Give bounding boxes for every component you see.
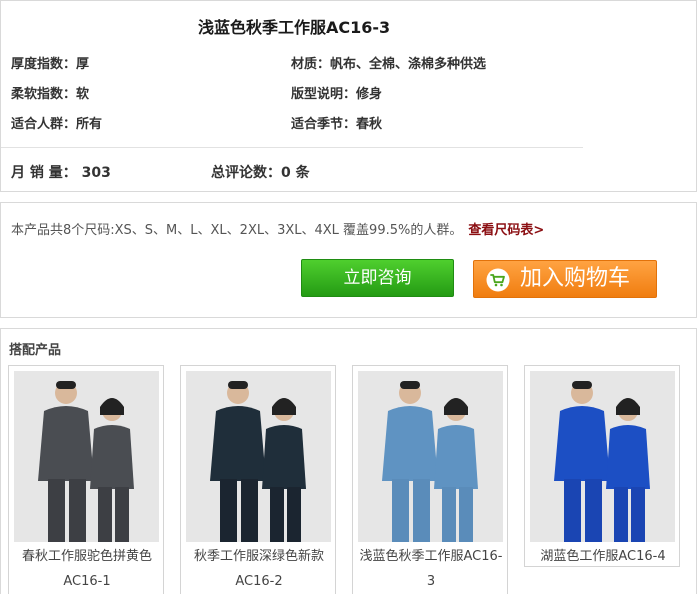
- product-photo: [358, 371, 503, 542]
- attr-label: 适合季节：: [291, 117, 357, 132]
- product-caption: 春秋工作服驼色拼黄色 AC16-1: [9, 544, 165, 594]
- product-card[interactable]: 浅蓝色秋季工作服AC16- 3: [352, 365, 508, 594]
- divider: [1, 147, 583, 148]
- product-photo: [530, 371, 675, 542]
- attr-value: 修身: [356, 87, 383, 102]
- matching-products-panel: 搭配产品 春秋工作服驼色拼黄色 AC16-1 秋季工作服深绿色新款 AC16-2…: [0, 328, 697, 594]
- product-photo: [14, 371, 159, 542]
- size-info: 本产品共8个尺码:XS、S、M、L、XL、2XL、3XL、4XL 覆盖99.5%…: [11, 219, 544, 238]
- attr-value: 帆布、全棉、涤棉多种供选: [330, 57, 487, 72]
- attr-thickness: 厚度指数：厚: [11, 53, 89, 72]
- attr-value: 春秋: [356, 117, 383, 132]
- product-code: AC16-1: [63, 574, 111, 589]
- product-code: 3: [426, 574, 436, 589]
- consult-button[interactable]: 立即咨询: [301, 259, 454, 297]
- product-card[interactable]: 秋季工作服深绿色新款 AC16-2: [180, 365, 336, 594]
- product-card[interactable]: 湖蓝色工作服AC16-4: [524, 365, 680, 567]
- add-to-cart-button[interactable]: 加入购物车: [473, 260, 657, 298]
- size-and-actions-panel: 本产品共8个尺码:XS、S、M、L、XL、2XL、3XL、4XL 覆盖99.5%…: [0, 202, 697, 318]
- product-info-panel: 浅蓝色秋季工作服AC16-3 厚度指数：厚 材质：帆布、全棉、涤棉多种供选 柔软…: [0, 0, 697, 192]
- shopping-cart-icon: [486, 268, 510, 292]
- review-count: 总评论数：0 条: [211, 162, 310, 182]
- add-to-cart-label: 加入购物车: [520, 266, 631, 291]
- monthly-sales-label: 月 销 量：: [11, 165, 77, 181]
- attr-label: 版型说明：: [291, 87, 357, 102]
- product-photo: [186, 371, 331, 542]
- attr-label: 适合人群：: [11, 117, 77, 132]
- product-name: 湖蓝色工作服AC16-4: [540, 549, 666, 564]
- review-count-value: 0: [281, 165, 291, 181]
- product-caption: 浅蓝色秋季工作服AC16- 3: [353, 544, 509, 594]
- review-count-label: 总评论数：: [211, 165, 281, 181]
- attr-label: 厚度指数：: [11, 57, 77, 72]
- product-caption: 秋季工作服深绿色新款 AC16-2: [181, 544, 337, 594]
- product-code: AC16-2: [235, 574, 283, 589]
- product-name: 浅蓝色秋季工作服AC16-: [359, 549, 503, 564]
- product-name: 秋季工作服深绿色新款: [193, 549, 324, 564]
- product-title: 浅蓝色秋季工作服AC16-3: [198, 18, 391, 37]
- attr-label: 柔软指数：: [11, 87, 77, 102]
- size-chart-link[interactable]: 查看尺码表>: [468, 223, 544, 238]
- product-caption: 湖蓝色工作服AC16-4: [525, 544, 681, 569]
- monthly-sales-value: 303: [81, 165, 111, 181]
- matching-products-title: 搭配产品: [9, 343, 62, 358]
- product-name: 春秋工作服驼色拼黄色: [21, 549, 152, 564]
- attr-season: 适合季节：春秋: [291, 113, 382, 132]
- attr-material: 材质：帆布、全棉、涤棉多种供选: [291, 53, 486, 72]
- review-count-unit: 条: [295, 165, 310, 181]
- attr-value: 厚: [76, 57, 90, 72]
- attr-value: 所有: [76, 117, 103, 132]
- attr-label: 材质：: [291, 57, 331, 72]
- attr-audience: 适合人群：所有: [11, 113, 102, 132]
- size-info-text: 本产品共8个尺码:XS、S、M、L、XL、2XL、3XL、4XL 覆盖99.5%…: [11, 223, 463, 238]
- product-card[interactable]: 春秋工作服驼色拼黄色 AC16-1: [8, 365, 164, 594]
- attr-value: 软: [76, 87, 90, 102]
- attr-fit: 版型说明：修身: [291, 83, 382, 102]
- monthly-sales: 月 销 量： 303: [11, 162, 111, 182]
- attr-softness: 柔软指数：软: [11, 83, 89, 102]
